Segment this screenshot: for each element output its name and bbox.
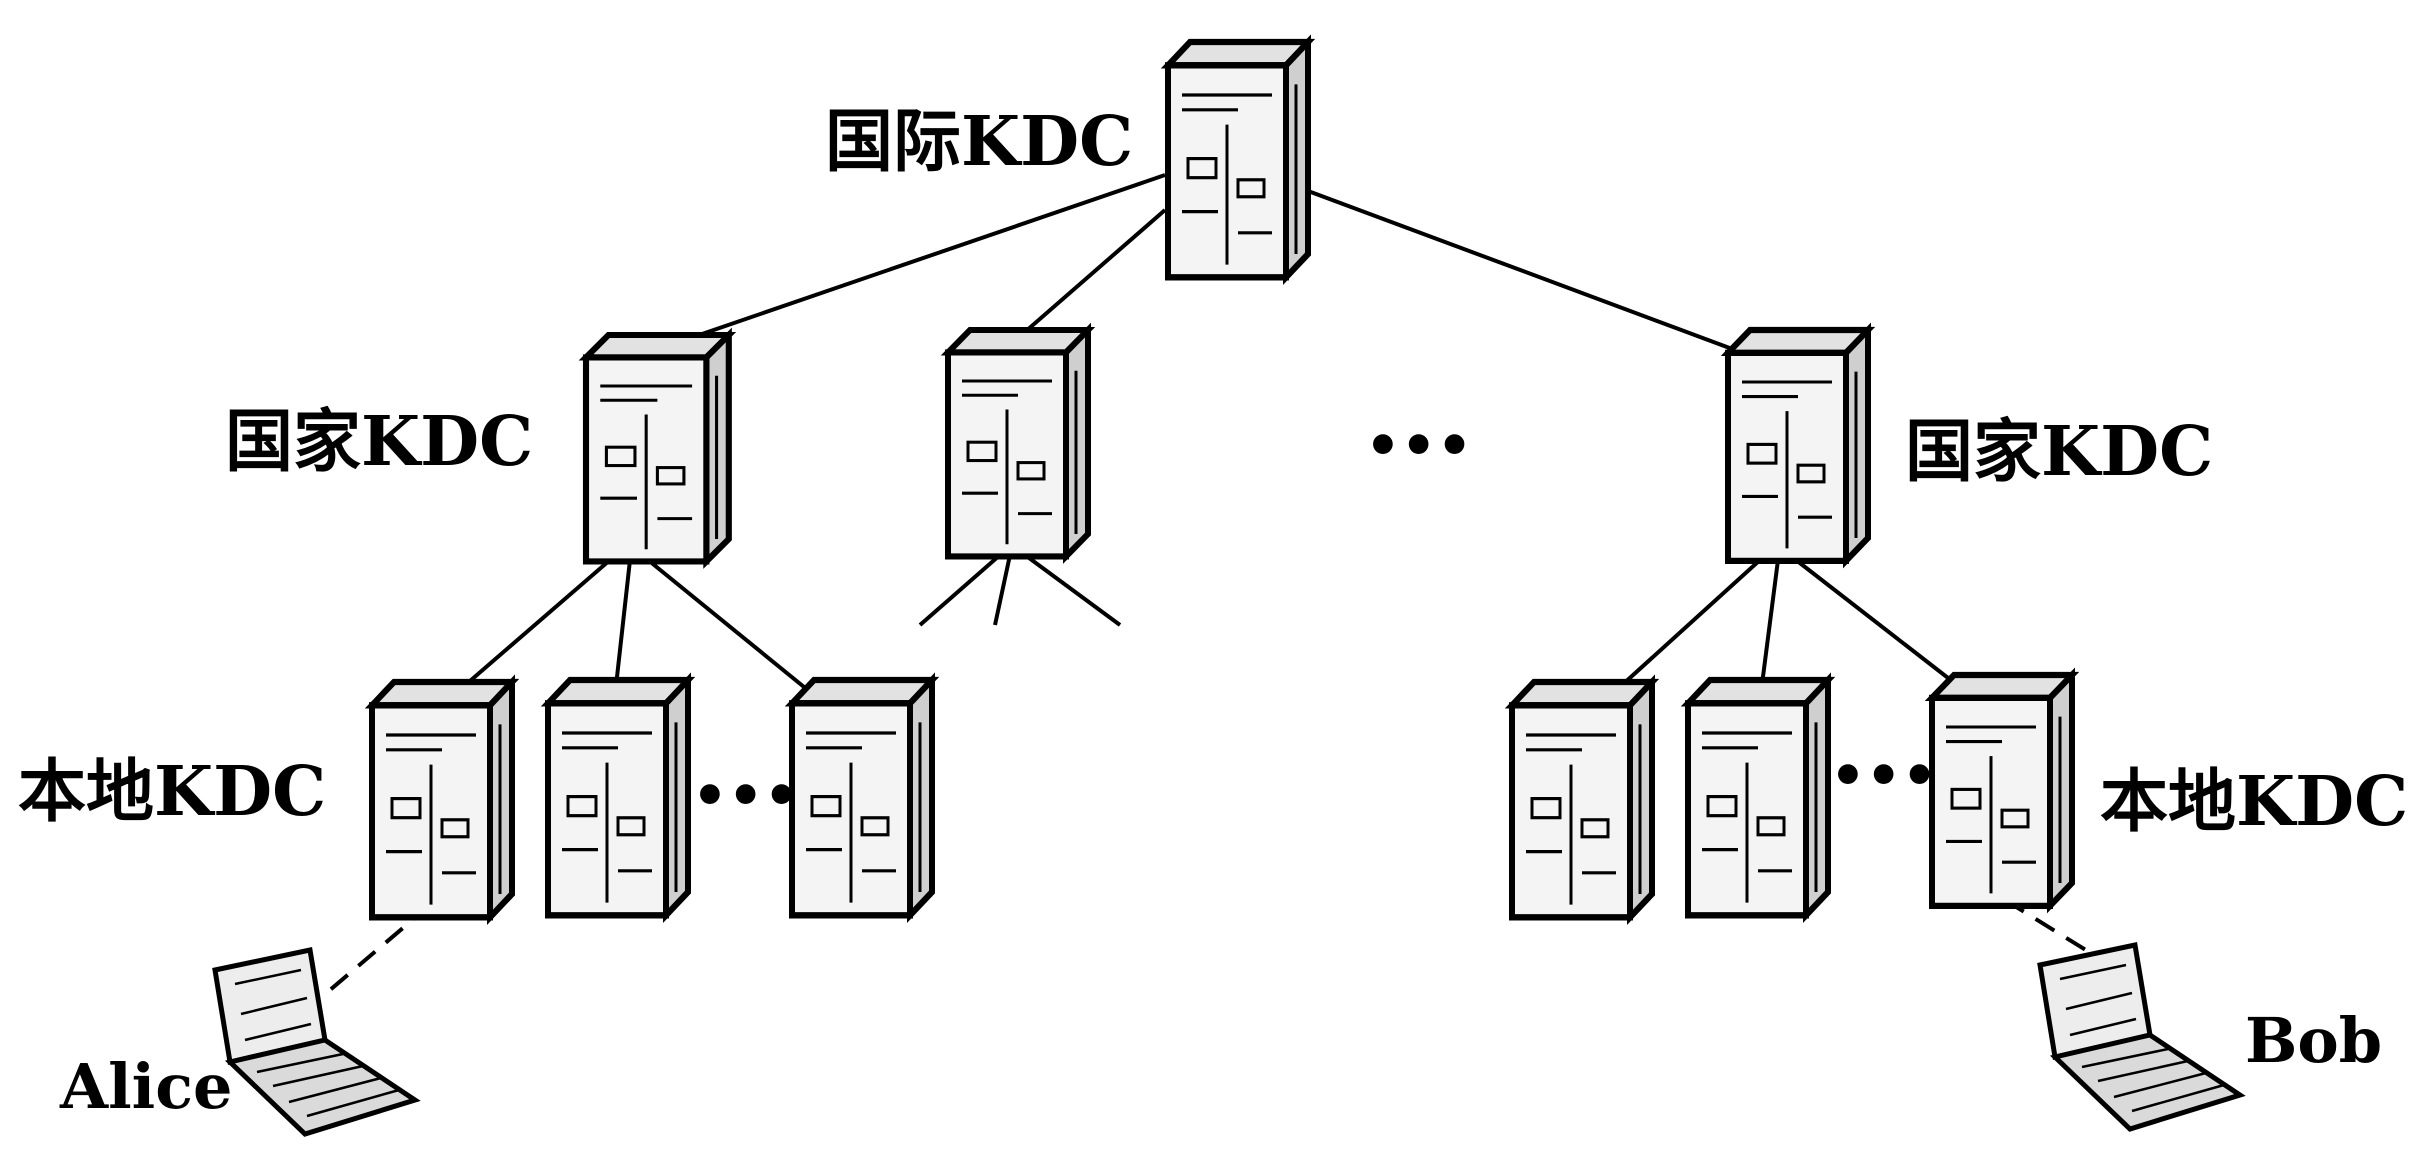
server-local-kdc-right-1 bbox=[1512, 682, 1652, 917]
server-international-kdc bbox=[1168, 42, 1308, 277]
edge-intl-to-national-left bbox=[669, 173, 1166, 347]
server-national-kdc-right bbox=[1728, 330, 1868, 561]
ellipsis-local-left: ••• bbox=[692, 763, 799, 829]
ellipsis-national-level: ••• bbox=[1365, 413, 1472, 479]
label-alice: Alice bbox=[59, 1050, 232, 1123]
laptop-bob bbox=[2040, 945, 2240, 1129]
label-local-kdc-right: 本地KDC bbox=[2100, 762, 2408, 842]
server-local-kdc-left-1 bbox=[372, 682, 512, 917]
server-local-kdc-right-3 bbox=[1932, 675, 2072, 906]
label-national-kdc-right: 国家KDC bbox=[1905, 412, 2213, 492]
label-local-kdc-left: 本地KDC bbox=[18, 752, 326, 832]
edge-national-middle-branch-1 bbox=[918, 553, 1002, 627]
label-national-kdc-left: 国家KDC bbox=[225, 402, 533, 482]
kdc-hierarchy-diagram: ••• ••• ••• 国际KDC 国家KDC 国家KDC 本地KDC 本地KD… bbox=[18, 0, 2408, 1155]
server-national-kdc-middle bbox=[948, 330, 1088, 556]
laptop-alice bbox=[215, 950, 415, 1134]
edge-national-middle-branch-2 bbox=[993, 554, 1012, 626]
server-national-kdc-left bbox=[586, 335, 729, 561]
edge-national-left-to-local-2 bbox=[613, 559, 632, 696]
edge-intl-to-national-middle bbox=[1008, 208, 1167, 347]
server-local-kdc-left-2 bbox=[548, 680, 688, 915]
label-international-kdc: 国际KDC bbox=[825, 102, 1133, 182]
edge-intl-to-national-right bbox=[1299, 186, 1736, 352]
server-local-kdc-right-2 bbox=[1688, 680, 1828, 915]
label-bob: Bob bbox=[2245, 1004, 2382, 1077]
edge-national-right-to-local-3 bbox=[1794, 558, 1972, 697]
edge-national-middle-branch-3 bbox=[1023, 553, 1122, 627]
ellipsis-local-right: ••• bbox=[1830, 743, 1937, 809]
server-local-kdc-left-3 bbox=[792, 680, 932, 915]
